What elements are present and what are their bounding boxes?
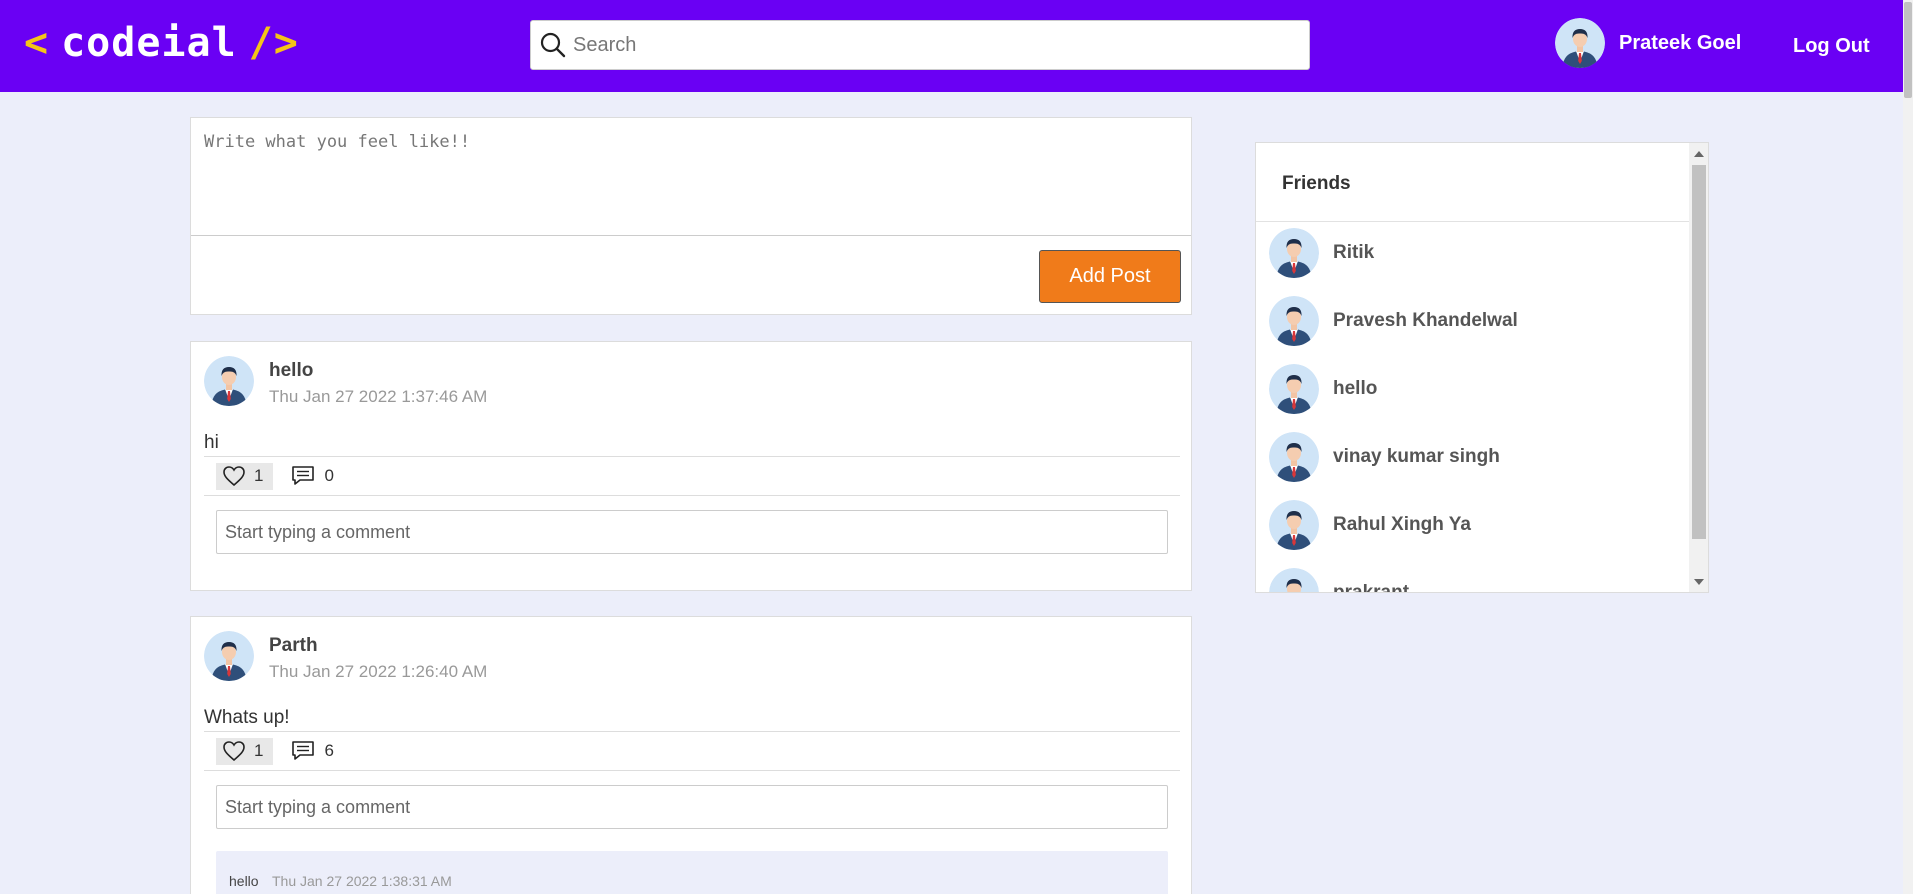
post-content: hi	[204, 432, 219, 453]
post-composer: Add Post	[190, 117, 1192, 315]
comment-count: 0	[324, 466, 334, 485]
logo-right-bracket: />	[248, 20, 299, 66]
friend-name: prakrant	[1333, 582, 1410, 593]
heart-icon	[223, 741, 245, 762]
friend-name: Rahul Xingh Ya	[1333, 514, 1471, 535]
avatar-icon[interactable]	[204, 631, 254, 681]
comment-icon	[292, 466, 315, 485]
post-actions: 1 6	[204, 731, 1180, 771]
top-navbar: < codeial /> Prateek Goel Log Out	[0, 0, 1903, 92]
add-post-button[interactable]: Add Post	[1039, 250, 1181, 303]
scroll-up-arrow-icon[interactable]	[1694, 151, 1704, 157]
logo-left-bracket: <	[24, 20, 50, 66]
post-card: hello Thu Jan 27 2022 1:37:46 AM hi 1 0	[190, 341, 1192, 591]
post-actions: 1 0	[204, 456, 1180, 496]
post-author-name[interactable]: hello	[269, 360, 487, 382]
friend-item[interactable]: Ritik	[1269, 228, 1374, 278]
post-textarea[interactable]	[191, 118, 1191, 236]
friends-scrollbar[interactable]	[1689, 143, 1708, 592]
avatar-icon	[1269, 296, 1319, 346]
friends-panel: Friends Ritik Pravesh Khandelwal hello v…	[1255, 142, 1709, 593]
post-author-name[interactable]: Parth	[269, 635, 487, 657]
comment-button[interactable]: 6	[291, 740, 334, 762]
comment-time: Thu Jan 27 2022 1:38:31 AM	[272, 873, 452, 889]
like-count: 1	[254, 741, 264, 760]
friends-list[interactable]: Ritik Pravesh Khandelwal hello vinay kum…	[1256, 228, 1689, 593]
avatar-icon	[1269, 568, 1319, 593]
post-content: Whats up!	[204, 707, 290, 728]
friend-name: Pravesh Khandelwal	[1333, 310, 1518, 331]
avatar-icon[interactable]	[204, 356, 254, 406]
user-name: Prateek Goel	[1619, 31, 1742, 54]
friends-divider	[1256, 221, 1689, 222]
scroll-down-arrow-icon[interactable]	[1694, 579, 1704, 585]
comment-author: hello	[229, 873, 259, 889]
logout-link[interactable]: Log Out	[1793, 35, 1870, 58]
post-author: Parth Thu Jan 27 2022 1:26:40 AM	[204, 631, 487, 682]
like-button[interactable]: 1	[216, 737, 274, 765]
search-input[interactable]	[573, 33, 1273, 57]
friend-item[interactable]: hello	[1269, 364, 1377, 414]
comment-button[interactable]: 0	[291, 465, 334, 487]
user-profile-link[interactable]: Prateek Goel	[1555, 18, 1741, 68]
codeial-logo[interactable]: < codeial />	[24, 18, 299, 68]
search-icon	[540, 32, 566, 58]
friend-name: Ritik	[1333, 242, 1375, 263]
avatar-icon	[1269, 500, 1319, 550]
comment-input[interactable]	[216, 785, 1168, 829]
like-count: 1	[254, 466, 264, 485]
post-time: Thu Jan 27 2022 1:37:46 AM	[269, 387, 488, 406]
friend-item[interactable]: Rahul Xingh Ya	[1269, 500, 1471, 550]
page-scrollbar-thumb[interactable]	[1904, 2, 1912, 98]
avatar-icon	[1269, 364, 1319, 414]
friend-item[interactable]: Pravesh Khandelwal	[1269, 296, 1518, 346]
friend-item[interactable]: vinay kumar singh	[1269, 432, 1500, 482]
post-card: Parth Thu Jan 27 2022 1:26:40 AM Whats u…	[190, 616, 1192, 894]
logo-name: codeial	[61, 20, 237, 66]
friends-title: Friends	[1282, 173, 1351, 194]
post-time: Thu Jan 27 2022 1:26:40 AM	[269, 662, 488, 681]
comment-icon	[292, 741, 315, 760]
friend-name: hello	[1333, 378, 1378, 399]
comment-item: hello Thu Jan 27 2022 1:38:31 AM	[216, 851, 1168, 894]
avatar-icon	[1269, 432, 1319, 482]
search-box[interactable]	[530, 20, 1310, 70]
comment-count: 6	[324, 741, 334, 760]
avatar-icon	[1269, 228, 1319, 278]
post-author: hello Thu Jan 27 2022 1:37:46 AM	[204, 356, 487, 407]
page-scrollbar[interactable]	[1903, 0, 1913, 894]
comment-input[interactable]	[216, 510, 1168, 554]
friend-name: vinay kumar singh	[1333, 446, 1500, 467]
friend-item[interactable]: prakrant	[1269, 568, 1410, 593]
avatar-icon	[1555, 18, 1605, 68]
friends-scrollbar-thumb[interactable]	[1692, 165, 1706, 539]
heart-icon	[223, 466, 245, 487]
like-button[interactable]: 1	[216, 462, 274, 490]
